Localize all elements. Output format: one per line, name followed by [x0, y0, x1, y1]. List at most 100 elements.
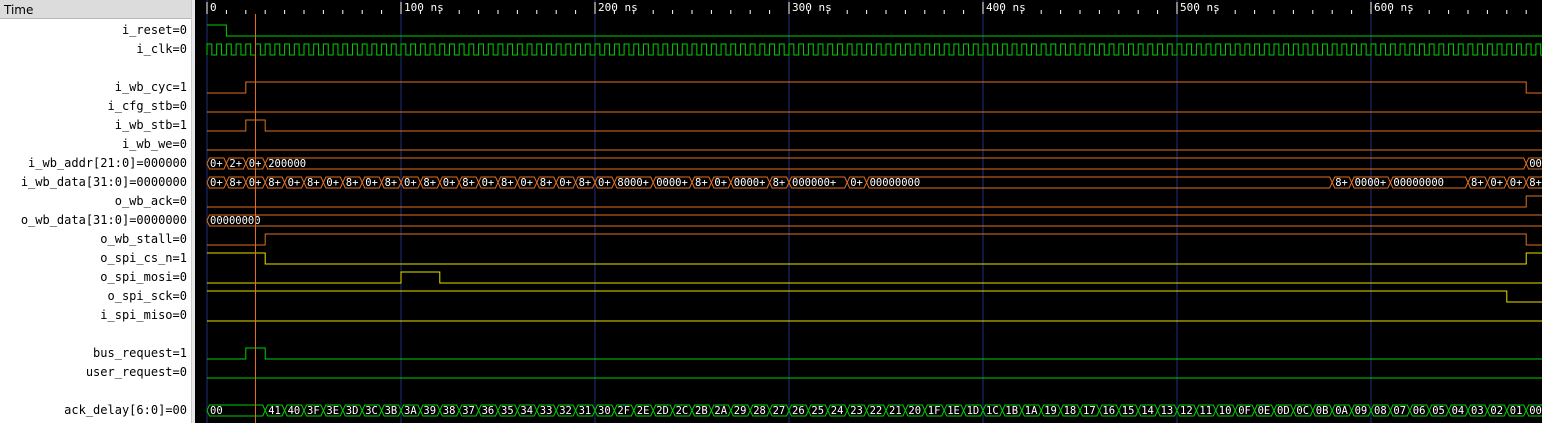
- blank-row: [0, 59, 191, 78]
- trace-i-wb-addr[interactable]: 0+2+0+20000000: [206, 157, 1542, 170]
- bus-value-label: 32: [559, 405, 572, 417]
- trace-o-spi-cs-n[interactable]: [207, 252, 1542, 265]
- signal-name-o-spi-cs-n[interactable]: o_spi_cs_n=1: [0, 249, 191, 268]
- signal-label: o_wb_stall: [100, 232, 173, 246]
- bus-value-label: 13: [1161, 405, 1174, 417]
- time-tick-label: 200 ns: [598, 1, 638, 14]
- trace-i-wb-data[interactable]: 0+ 8+ 0+ 8+ 0+ 8+ 0+ 8+ 0+ 8+ 0+ 8+ 0+ 8+ 0+ 8+ 0+ 8+ 0+ 8+…: [206, 176, 1542, 189]
- waveform-panel[interactable]: 0 100 ns 200 ns 300 ns 400 ns 500 ns 600 ns 0+ 2…: [195, 0, 1542, 423]
- signal-name-user-request[interactable]: user_request=0: [0, 363, 191, 382]
- bus-value-label: 2D: [656, 405, 669, 417]
- bus-value-label: 8+: [540, 177, 553, 189]
- signal-name-ack-delay[interactable]: ack_delay[6:0]=00: [0, 401, 191, 420]
- bus-value-label: 8+: [1471, 177, 1484, 189]
- bus-value-label: 0+: [210, 158, 223, 170]
- trace-i-clk[interactable]: [206, 43, 1542, 56]
- bus-value-label: 26: [792, 405, 805, 417]
- waveform-canvas[interactable]: 0 100 ns 200 ns 300 ns 400 ns 500 ns 600 ns 0+ 2…: [195, 0, 1542, 423]
- blank-row: [0, 382, 191, 401]
- bus-value-label: 8+: [773, 177, 786, 189]
- bus-value-label: 0+: [482, 177, 495, 189]
- signal-label: o_spi_mosi: [100, 270, 173, 284]
- bit-waveform: [207, 290, 1542, 303]
- signal-label: i_reset: [121, 23, 173, 37]
- signal-name-i-wb-we[interactable]: i_wb_we=0: [0, 135, 191, 154]
- equals-sign: =: [172, 251, 180, 265]
- signal-label: i_wb_data[31:0]: [20, 175, 130, 189]
- trace-o-wb-ack[interactable]: [207, 195, 1542, 208]
- signal-value: 1: [179, 346, 187, 360]
- equals-sign: =: [172, 308, 180, 322]
- bus-value-label: 00000000: [210, 215, 261, 227]
- bus-value-label: 41: [268, 405, 281, 417]
- time-ruler[interactable]: [195, 0, 1542, 14]
- bit-waveform: [207, 233, 1542, 246]
- signal-name-i-wb-addr[interactable]: i_wb_addr[21:0]=000000: [0, 154, 191, 173]
- trace-ack-delay[interactable]: 00 41 40 3F 3E 3D 3C 3B 3A 39 38 37 36 35 34 33 32 31 30 2F…: [206, 404, 1542, 417]
- bus-value-label: 2C: [676, 405, 689, 417]
- trace-bus-request[interactable]: [207, 347, 1542, 360]
- signal-label: o_wb_ack: [114, 194, 173, 208]
- time-tick-label: 300 ns: [792, 1, 832, 14]
- bus-value-label: 24: [831, 405, 844, 417]
- bit-waveform: [207, 24, 1542, 37]
- signal-name-i-wb-stb[interactable]: i_wb_stb=1: [0, 116, 191, 135]
- bus-value-label: 0000+: [656, 177, 688, 189]
- bus-value-label: 8+: [501, 177, 514, 189]
- signal-label: i_wb_we: [121, 137, 173, 151]
- bus-value-label: 0000+: [1355, 177, 1387, 189]
- bus-value-label: 22: [870, 405, 883, 417]
- signal-value: 0: [179, 194, 187, 208]
- bus-value-label: 35: [501, 405, 514, 417]
- bus-value-label: 3F: [307, 405, 320, 417]
- signal-name-o-wb-data[interactable]: o_wb_data[31:0]=0000000: [0, 211, 191, 230]
- signal-name-o-wb-ack[interactable]: o_wb_ack=0: [0, 192, 191, 211]
- signal-name-o-spi-mosi[interactable]: o_spi_mosi=0: [0, 268, 191, 287]
- equals-sign: =: [172, 346, 180, 360]
- bus-value-label: 15: [1122, 405, 1135, 417]
- bus-segment: [206, 214, 1542, 227]
- signal-name-i-reset[interactable]: i_reset=0: [0, 21, 191, 40]
- signal-name-i-spi-miso[interactable]: i_spi_miso=0: [0, 306, 191, 325]
- signal-name-o-spi-sck[interactable]: o_spi_sck=0: [0, 287, 191, 306]
- trace-o-wb-stall[interactable]: [207, 233, 1542, 246]
- equals-sign: =: [172, 365, 180, 379]
- signal-label: i_wb_addr[21:0]: [28, 156, 137, 170]
- trace-o-wb-data[interactable]: 00000000: [206, 214, 1542, 227]
- bus-value-label: 0+: [714, 177, 727, 189]
- bit-waveform: [207, 271, 1542, 284]
- bus-value-label: 0+: [850, 177, 863, 189]
- signal-name-bus-request[interactable]: bus_request=1: [0, 344, 191, 363]
- trace-i-wb-cyc[interactable]: [207, 81, 1542, 94]
- bus-value-label: 0+: [404, 177, 417, 189]
- bus-value-label: 0F: [1238, 405, 1251, 417]
- time-column-header: Time: [0, 0, 191, 19]
- bus-value-label: 21: [889, 405, 902, 417]
- signal-name-i-wb-cyc[interactable]: i_wb_cyc=1: [0, 78, 191, 97]
- bus-value-label: 00: [210, 405, 223, 417]
- equals-sign: =: [172, 194, 180, 208]
- signal-name-i-wb-data[interactable]: i_wb_data[31:0]=0000000: [0, 173, 191, 192]
- equals-sign: =: [172, 42, 180, 56]
- trace-i-reset[interactable]: [207, 24, 1542, 37]
- trace-o-spi-sck[interactable]: [207, 290, 1542, 303]
- signal-label: i_wb_stb: [114, 118, 173, 132]
- bus-value-label: 01: [1510, 405, 1523, 417]
- bus-value-label: 07: [1393, 405, 1406, 417]
- bus-value-label: 8+: [462, 177, 475, 189]
- signal-value: 1: [179, 118, 187, 132]
- bus-value-label: 00000000: [870, 177, 921, 189]
- waveform-viewer: Time i_reset=0 i_clk=0 i_wb_cyc=1 i_cfg_stb…: [0, 0, 1542, 423]
- bus-value-label: 28: [753, 405, 766, 417]
- equals-sign: =: [172, 99, 180, 113]
- signal-name-i-clk[interactable]: i_clk=0: [0, 40, 191, 59]
- trace-o-spi-mosi[interactable]: [207, 271, 1542, 284]
- bus-value-label: 30: [598, 405, 611, 417]
- equals-sign: =: [172, 137, 180, 151]
- bus-value-label: 8+: [423, 177, 436, 189]
- bit-waveform: [207, 252, 1542, 265]
- signal-value: 1: [179, 80, 187, 94]
- trace-i-wb-stb[interactable]: [207, 119, 1542, 132]
- signal-name-o-wb-stall[interactable]: o_wb_stall=0: [0, 230, 191, 249]
- signal-name-i-cfg-stb[interactable]: i_cfg_stb=0: [0, 97, 191, 116]
